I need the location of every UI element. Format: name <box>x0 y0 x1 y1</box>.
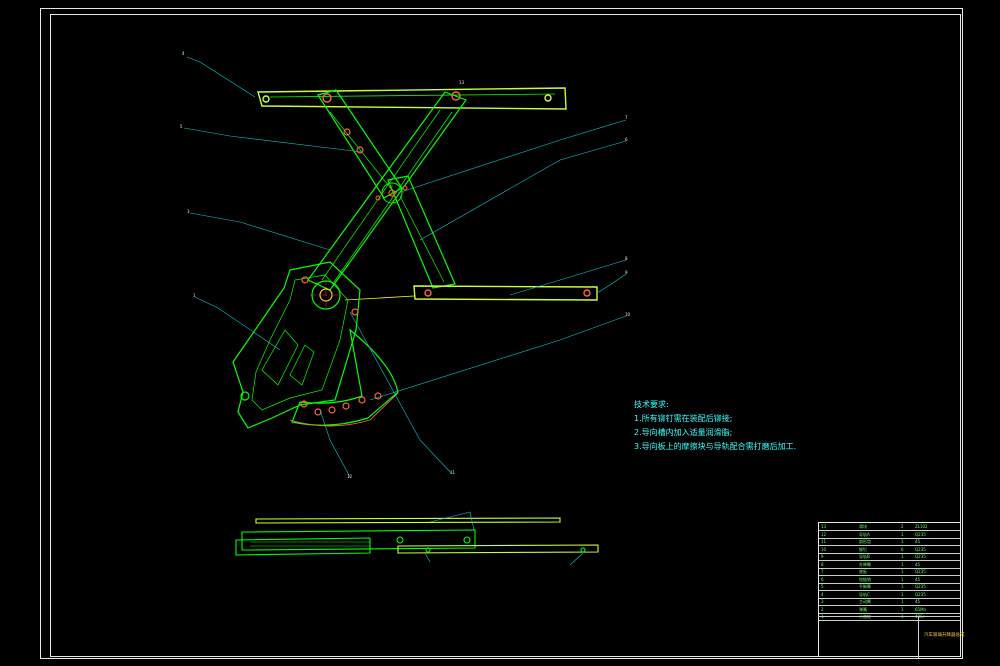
notes-item: 1.所有铆钉需在装配后铆接; <box>634 414 733 423</box>
parts-list-no: 13 <box>821 524 827 529</box>
leader-lines <box>183 56 627 478</box>
parts-list-name: 底板 <box>859 569 867 574</box>
parts-list-name: 导轨B <box>859 554 870 559</box>
parts-list-mat: 65Mn <box>915 606 927 612</box>
parts-list-mat: Q235 <box>915 584 926 589</box>
parts-list-name: 升降臂 <box>859 561 871 567</box>
parts-list-no: 2 <box>821 606 824 612</box>
drawing-name: 汽车玻璃升降器总成 <box>924 633 965 638</box>
parts-list-name: 滑块 <box>859 524 867 529</box>
parts-list-no: 7 <box>821 569 824 574</box>
callout-11: 11 <box>450 470 456 475</box>
callout-3: 3 <box>187 209 190 214</box>
parts-list-no: 12 <box>821 531 827 537</box>
parts-list-mat: 45 <box>915 599 921 604</box>
side-view <box>235 511 599 566</box>
parts-list-name: 铰链销 <box>859 576 871 582</box>
parts-list-qty: 1 <box>901 531 904 537</box>
callout-13: 13 <box>459 80 465 85</box>
parts-list-qty: 1 <box>901 539 904 544</box>
parts-list-name: 导轨C <box>859 591 870 597</box>
callout-4: 4 <box>182 51 185 56</box>
parts-list-mat: ZL102 <box>915 524 928 529</box>
notes-title: 技术要求: <box>634 400 669 409</box>
sector-gear <box>289 328 399 427</box>
lift-arm <box>307 91 467 291</box>
parts-list-mat: Q235 <box>915 546 926 552</box>
notes-item: 3.导向板上的摩擦块与导轨配合需打磨后加工. <box>634 442 797 451</box>
parts-list-no: 5 <box>821 584 824 589</box>
callout-7: 7 <box>625 115 628 120</box>
notes-item: 2.导向槽内加入适量润滑脂; <box>634 428 733 437</box>
callout-6: 6 <box>625 137 628 142</box>
parts-list-no: 3 <box>821 599 824 604</box>
parts-list-no: 4 <box>821 591 824 597</box>
parts-list-name: 扇形齿 <box>859 539 871 544</box>
parts-list-qty: 1 <box>901 599 904 604</box>
top-rail <box>257 87 567 110</box>
lower-rail <box>344 285 598 301</box>
parts-list-mat: 45 <box>915 576 921 582</box>
parts-list-qty: 1 <box>901 576 904 582</box>
callout-1: 1 <box>193 293 196 298</box>
parts-list-qty: 6 <box>901 546 904 552</box>
callout-8: 8 <box>625 256 628 261</box>
parts-list-mat: Q235 <box>915 569 926 574</box>
parts-list-no: 8 <box>821 561 824 567</box>
signature-area <box>818 617 919 658</box>
technical-requirements: 技术要求: 1.所有铆钉需在装配后铆接; 2.导向槽内加入适量润滑脂; 3.导向… <box>634 398 796 454</box>
center-lines <box>310 181 404 311</box>
parts-list-qty: 1 <box>901 561 904 567</box>
parts-list-no: 6 <box>821 576 824 582</box>
parts-list-name: 主动臂 <box>859 599 871 604</box>
parts-list-mat: Q235 <box>915 554 926 559</box>
parts-list-no: 11 <box>821 539 827 544</box>
parts-list: 13 滑块 2 ZL102 12 导轨A 1 Q235 11 扇形齿 1 45 10 铆钉 6 Q235 9 导轨… <box>819 523 960 627</box>
parts-list-name: 铆钉 <box>859 546 867 552</box>
callout-9: 9 <box>625 270 628 275</box>
parts-list-mat: Q235 <box>915 531 926 537</box>
parts-list-no: 10 <box>821 546 827 552</box>
parts-list-qty: 1 <box>901 554 904 559</box>
parts-list-qty: 1 <box>901 591 904 597</box>
parts-list-mat: 45 <box>915 561 921 567</box>
base-plate <box>232 261 361 429</box>
parts-list-qty: 1 <box>901 584 904 589</box>
parts-list-name: 平衡臂 <box>859 584 871 589</box>
parts-list-name: 导轨A <box>859 531 870 537</box>
parts-list-no: 9 <box>821 554 824 559</box>
callout-12: 12 <box>347 474 353 479</box>
parts-list-mat: Q235 <box>915 591 926 597</box>
callout-5: 5 <box>180 124 183 129</box>
parts-list-qty: 2 <box>901 524 904 529</box>
parts-list-name: 弹簧 <box>859 606 867 612</box>
parts-list-mat: 45 <box>915 539 921 544</box>
parts-list-qty: 1 <box>901 606 904 612</box>
parts-list-qty: 1 <box>901 569 904 574</box>
callout-10: 10 <box>625 312 631 317</box>
